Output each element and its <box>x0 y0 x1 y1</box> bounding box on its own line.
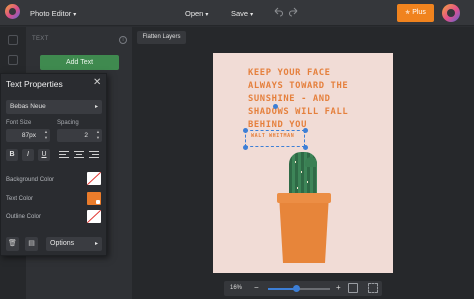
app-menu[interactable]: Photo Editor ▾ <box>30 9 76 18</box>
add-text-button[interactable]: Add Text <box>40 55 119 70</box>
bold-button[interactable]: B <box>6 149 18 161</box>
resize-handle[interactable] <box>303 128 308 133</box>
stepper-arrows-icon[interactable]: ▲ ▼ <box>96 129 100 141</box>
text-color-swatch[interactable] <box>87 192 101 205</box>
font-size-label: Font Size <box>6 120 32 126</box>
artboard[interactable]: KEEP YOUR FACE ALWAYS TOWARD THE SUNSHIN… <box>213 53 393 273</box>
flower-pot <box>279 195 329 263</box>
spine <box>295 161 296 163</box>
logo-icon[interactable] <box>5 4 20 19</box>
zoom-level[interactable]: 16% <box>230 285 242 291</box>
resize-handle[interactable] <box>303 145 308 150</box>
align-right-icon[interactable] <box>88 149 100 161</box>
quote-text[interactable]: KEEP YOUR FACE ALWAYS TOWARD THE SUNSHIN… <box>248 67 393 132</box>
quote-line: SUNSHINE - AND <box>248 94 331 104</box>
open-menu[interactable]: Open ▾ <box>185 9 208 18</box>
text-color-label: Text Color <box>6 196 34 202</box>
quote-line: ALWAYS TOWARD THE <box>248 81 349 91</box>
layers-icon[interactable]: ▤ <box>25 237 38 251</box>
outline-color-swatch[interactable] <box>87 210 101 223</box>
chevron-down-icon: ▾ <box>250 12 254 18</box>
open-label: Open <box>185 9 204 18</box>
spacing-label: Spacing <box>57 120 79 126</box>
flower-pot-rim <box>277 193 331 203</box>
save-menu[interactable]: Save ▾ <box>231 9 253 18</box>
zoom-slider-fill <box>268 288 296 290</box>
zoom-slider-knob[interactable] <box>292 285 300 292</box>
save-label: Save <box>231 9 249 18</box>
top-bar: Photo Editor ▾ Open ▾ Save ▾ ✯ Plus <box>0 0 474 26</box>
text-properties-panel: Text Properties ✕ Bebas Neue ▸ Font Size… <box>0 73 107 256</box>
spine <box>297 187 298 189</box>
quote-line: KEEP YOUR FACE <box>248 68 331 78</box>
quote-line: SHADOWS WILL FALL <box>248 107 349 117</box>
close-icon[interactable]: ✕ <box>93 77 101 88</box>
redo-icon[interactable] <box>288 6 300 18</box>
font-size-value: 87px <box>21 132 36 139</box>
rail-tool-icon[interactable] <box>8 35 18 45</box>
fullscreen-icon[interactable] <box>368 283 378 293</box>
options-button[interactable]: Options ▸ <box>46 237 102 251</box>
plus-label: Plus <box>412 9 426 16</box>
zoom-slider[interactable] <box>268 285 330 292</box>
font-select[interactable]: Bebas Neue ▸ <box>6 100 102 114</box>
background-color-swatch[interactable] <box>87 172 101 185</box>
resize-handle[interactable] <box>243 145 248 150</box>
plus-button[interactable]: ✯ Plus <box>397 4 434 22</box>
app-title: Photo Editor <box>30 9 72 18</box>
outline-color-label: Outline Color <box>6 214 42 220</box>
spine <box>301 171 302 173</box>
resize-handle[interactable] <box>243 128 248 133</box>
cactus-arm <box>305 157 317 167</box>
star-icon: ✯ <box>405 10 411 16</box>
spine <box>307 181 308 183</box>
font-name: Bebas Neue <box>10 103 46 110</box>
panel-heading: TEXT <box>32 36 49 42</box>
zoom-out-icon[interactable]: − <box>254 283 259 292</box>
background-color-label: Background Color <box>6 177 55 183</box>
spacing-stepper[interactable]: 2 ▲ ▼ <box>57 129 102 142</box>
chevron-down-icon: ▾ <box>205 12 209 18</box>
avatar[interactable] <box>442 4 460 22</box>
font-size-stepper[interactable]: 87px ▲ ▼ <box>6 129 50 142</box>
rail-tool-icon[interactable] <box>8 55 18 65</box>
undo-icon[interactable] <box>272 6 284 18</box>
panel-title: Text Properties <box>6 79 63 89</box>
trash-icon[interactable]: 🗑 <box>6 237 19 251</box>
stepper-arrows-icon[interactable]: ▲ ▼ <box>44 129 48 141</box>
selection-box[interactable] <box>245 130 305 147</box>
italic-button[interactable]: I <box>22 149 34 161</box>
align-left-icon[interactable] <box>58 149 70 161</box>
chevron-right-icon: ▸ <box>94 104 98 110</box>
align-center-icon[interactable] <box>73 149 85 161</box>
rotate-handle[interactable] <box>273 104 278 109</box>
options-label: Options <box>50 240 75 247</box>
underline-button[interactable]: U <box>38 149 50 161</box>
chevron-down-icon: ▾ <box>73 12 77 18</box>
zoom-bar: 16% − + <box>224 281 382 296</box>
fit-screen-icon[interactable] <box>348 283 358 293</box>
chevron-right-icon: ▸ <box>94 241 98 247</box>
spacing-value: 2 <box>84 132 88 139</box>
zoom-in-icon[interactable]: + <box>336 283 341 292</box>
flatten-layers-button[interactable]: Flatten Layers <box>137 31 186 44</box>
info-icon[interactable]: i <box>119 36 127 44</box>
